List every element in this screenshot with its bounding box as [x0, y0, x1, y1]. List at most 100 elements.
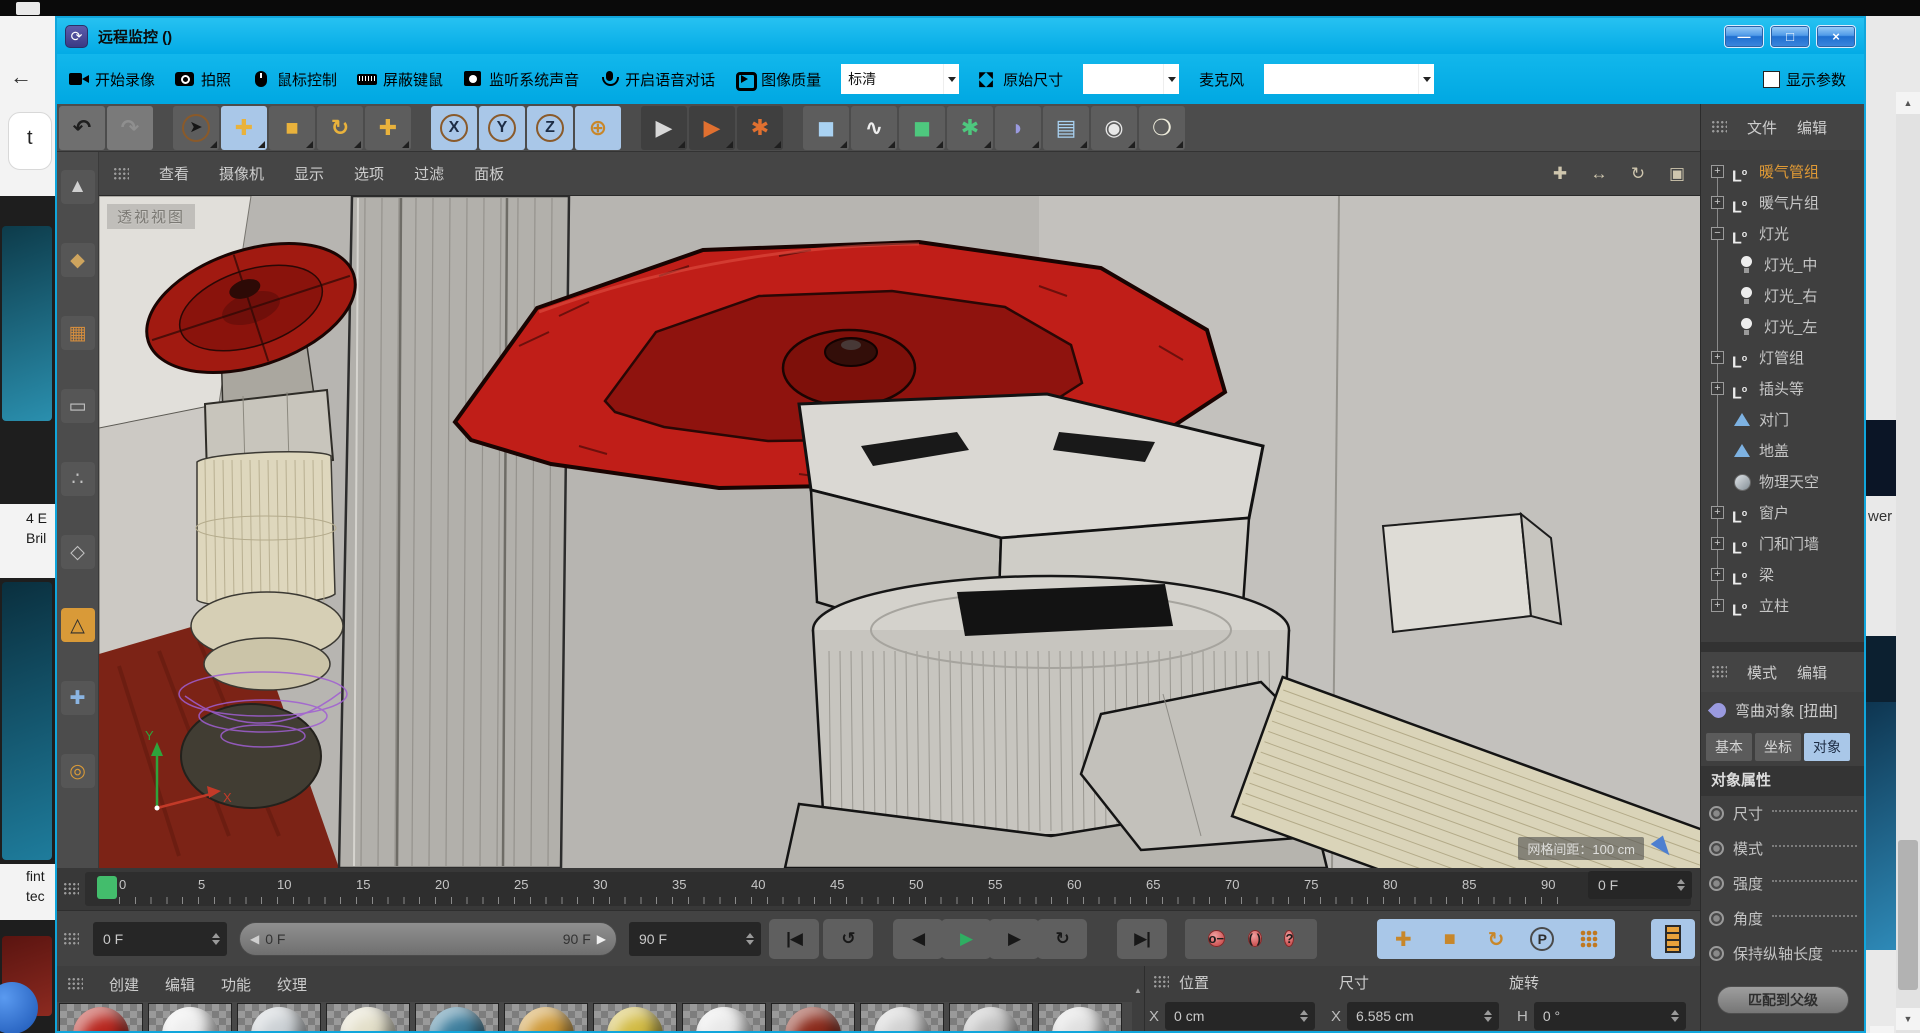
- autokey-button[interactable]: ( ): [1248, 925, 1262, 953]
- panel-grip-icon[interactable]: [1711, 665, 1727, 679]
- generator-icon[interactable]: ◼: [899, 106, 945, 150]
- object-property-row[interactable]: 角度: [1701, 901, 1864, 936]
- attribute-menu-mode[interactable]: 模式: [1747, 662, 1777, 683]
- object-tree-item[interactable]: 物理天空: [1701, 466, 1864, 497]
- stepper-arrows-icon[interactable]: [1677, 879, 1692, 891]
- keyframe-options-button[interactable]: ?: [1284, 925, 1294, 953]
- image-quality-select[interactable]: 标清: [841, 64, 959, 94]
- environment-floor-icon[interactable]: ▤: [1043, 106, 1089, 150]
- coordinate-system-icon[interactable]: ⊕: [575, 106, 621, 150]
- material-swatch[interactable]: [949, 1003, 1033, 1031]
- live-selection-icon[interactable]: ➤: [173, 106, 219, 150]
- material-menu-item[interactable]: 创建: [109, 974, 139, 995]
- position-key-toggle[interactable]: ✚: [1383, 922, 1423, 956]
- scale-key-toggle[interactable]: ■: [1430, 922, 1470, 956]
- expand-toggle-icon[interactable]: +: [1711, 165, 1724, 178]
- camera-icon[interactable]: ◉: [1091, 106, 1137, 150]
- stepper-arrows-icon[interactable]: [746, 933, 761, 945]
- material-swatch[interactable]: [504, 1003, 588, 1031]
- move-tool-icon[interactable]: ✚: [221, 106, 267, 150]
- expand-toggle-icon[interactable]: +: [1711, 382, 1724, 395]
- object-tree-item[interactable]: 地盖: [1701, 435, 1864, 466]
- show-params-checkbox[interactable]: [1763, 71, 1780, 88]
- tab-coordinates[interactable]: 坐标: [1755, 733, 1801, 761]
- expand-toggle-icon[interactable]: +: [1711, 599, 1724, 612]
- object-manager-menu-file[interactable]: 文件: [1747, 117, 1777, 138]
- voice-chat-button[interactable]: 开启语音对话: [599, 69, 715, 90]
- tab-basic[interactable]: 基本: [1706, 733, 1752, 761]
- object-property-row[interactable]: 保持纵轴长度: [1701, 936, 1864, 971]
- take-photo-button[interactable]: 拍照: [175, 69, 231, 90]
- object-tree-item[interactable]: +Lo暖气管组: [1701, 156, 1864, 187]
- timeline-end-frame-box[interactable]: 0 F: [1588, 871, 1692, 899]
- render-view-icon[interactable]: ▶: [641, 106, 687, 150]
- object-manager-menu-edit[interactable]: 编辑: [1797, 117, 1827, 138]
- material-swatch[interactable]: [326, 1003, 410, 1031]
- viewport-pan-icon[interactable]: ✚: [1547, 161, 1573, 187]
- render-to-picture-viewer-icon[interactable]: ▶: [689, 106, 735, 150]
- expand-toggle-icon[interactable]: +: [1711, 196, 1724, 209]
- scale-tool-icon[interactable]: ■: [269, 106, 315, 150]
- system-audio-button[interactable]: 监听系统声音: [463, 69, 579, 90]
- viewport-menu-item[interactable]: 过滤: [414, 163, 444, 184]
- object-tree-item[interactable]: 灯光_右: [1701, 280, 1864, 311]
- panel-grip-icon[interactable]: [1153, 975, 1169, 989]
- play-button[interactable]: ▶: [941, 919, 991, 959]
- browser-back-icon[interactable]: ←: [10, 64, 32, 90]
- expand-toggle-icon[interactable]: +: [1711, 351, 1724, 364]
- material-swatch[interactable]: [593, 1003, 677, 1031]
- panel-grip-icon[interactable]: [113, 167, 129, 181]
- modeling-array-icon[interactable]: ✱: [947, 106, 993, 150]
- viewport-3d[interactable]: Y X 透视视图 网格间距：100 cm: [99, 196, 1700, 868]
- property-circle-icon[interactable]: [1709, 946, 1724, 961]
- viewport-menu-item[interactable]: 选项: [354, 163, 384, 184]
- material-swatch[interactable]: [1038, 1003, 1122, 1031]
- match-to-parent-button[interactable]: 匹配到父级: [1717, 986, 1849, 1014]
- attribute-menu-edit[interactable]: 编辑: [1797, 662, 1827, 683]
- object-tree-item[interactable]: +Lo门和门墙: [1701, 528, 1864, 559]
- material-swatch[interactable]: [237, 1003, 321, 1031]
- show-params-toggle[interactable]: 显示参数: [1763, 69, 1846, 90]
- stepper-arrows-icon[interactable]: [1484, 1010, 1499, 1022]
- end-frame-stepper[interactable]: 90 F: [629, 922, 761, 956]
- frame-range-slider[interactable]: ◀ 0 F 90 F ▶: [239, 922, 617, 956]
- maximize-button[interactable]: □: [1770, 25, 1810, 48]
- enable-axis-icon[interactable]: ✚: [61, 681, 95, 715]
- object-tree-item[interactable]: 灯光_中: [1701, 249, 1864, 280]
- redo-icon[interactable]: ↷: [107, 106, 153, 150]
- close-button[interactable]: ×: [1816, 25, 1856, 48]
- play-backwards-button[interactable]: ↺: [823, 919, 873, 959]
- object-tree-item[interactable]: +Lo梁: [1701, 559, 1864, 590]
- viewport-view-label[interactable]: 透视视图: [107, 204, 195, 229]
- object-tree-item[interactable]: +Lo灯管组: [1701, 342, 1864, 373]
- title-bar[interactable]: ⟳ 远程监控 () — □ ×: [57, 18, 1864, 54]
- panel-grip-icon[interactable]: [63, 882, 79, 896]
- record-keyframe-button[interactable]: o−: [1208, 925, 1226, 953]
- start-recording-button[interactable]: 开始录像: [69, 69, 155, 90]
- thumbnail-image[interactable]: [2, 226, 52, 421]
- z-axis-lock-icon[interactable]: Z: [527, 106, 573, 150]
- thumbnail-image[interactable]: [2, 582, 52, 860]
- range-right-arrow-icon[interactable]: ▶: [597, 932, 606, 946]
- material-swatch[interactable]: [771, 1003, 855, 1031]
- expand-toggle-icon[interactable]: +: [1711, 537, 1724, 550]
- loop-button[interactable]: ↻: [1037, 919, 1087, 959]
- edges-mode-icon[interactable]: ◇: [61, 535, 95, 569]
- material-swatch[interactable]: [682, 1003, 766, 1031]
- panel-grip-icon[interactable]: [1711, 120, 1727, 134]
- property-circle-icon[interactable]: [1709, 911, 1724, 926]
- material-menu-item[interactable]: 编辑: [165, 974, 195, 995]
- y-axis-lock-icon[interactable]: Y: [479, 106, 525, 150]
- model-mode-icon[interactable]: ◆: [61, 243, 95, 277]
- position-x-input[interactable]: 0 cm: [1165, 1002, 1315, 1030]
- stepper-arrows-icon[interactable]: [1300, 1010, 1315, 1022]
- viewport-toggle-icon[interactable]: ▣: [1664, 161, 1690, 187]
- expand-toggle-icon[interactable]: −: [1711, 227, 1724, 240]
- make-editable-icon[interactable]: ▲: [61, 170, 95, 204]
- stepper-arrows-icon[interactable]: [212, 933, 227, 945]
- snap-icon[interactable]: ◎: [61, 754, 95, 788]
- material-swatch[interactable]: [415, 1003, 499, 1031]
- points-mode-icon[interactable]: ∴: [61, 462, 95, 496]
- microphone-select[interactable]: [1264, 64, 1434, 94]
- expand-toggle-icon[interactable]: +: [1711, 568, 1724, 581]
